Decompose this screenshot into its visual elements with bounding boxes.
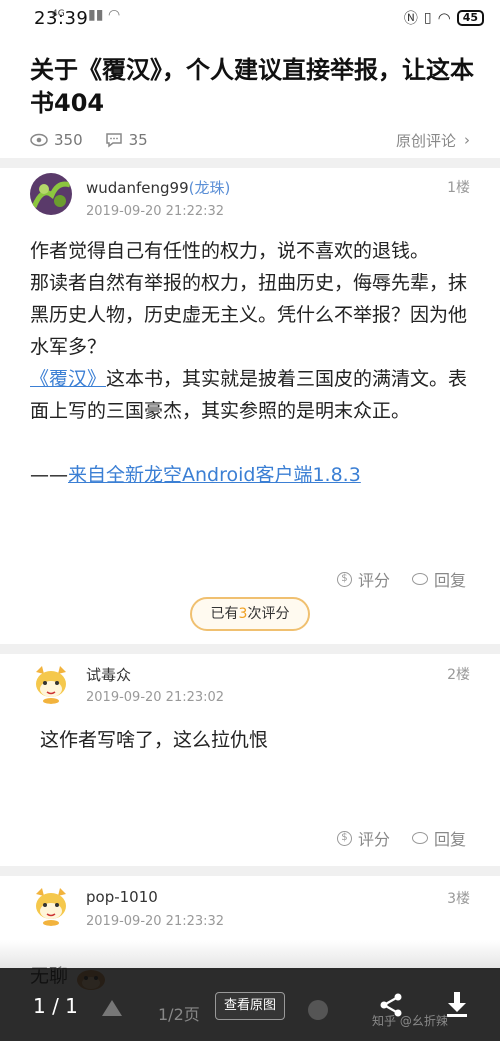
post-actions: $ 评分 回复: [336, 567, 466, 591]
circle-icon[interactable]: [308, 1000, 328, 1020]
eye-icon: [30, 133, 48, 147]
avatar[interactable]: [30, 173, 72, 215]
floor-number: 3楼: [447, 891, 470, 907]
username[interactable]: wudanfeng99(龙珠): [86, 177, 230, 198]
reply-label: 回复: [433, 571, 466, 590]
username[interactable]: 试毒众: [86, 664, 131, 685]
body-paragraph: 作者觉得自己有任性的权力，说不喜欢的退钱。: [30, 240, 430, 262]
comments-count: 35: [105, 131, 148, 149]
comments-value: 35: [128, 131, 148, 149]
username-text: wudanfeng99: [86, 179, 189, 197]
post-time: 2019-09-20 21:22:32: [86, 204, 225, 219]
views-value: 350: [54, 131, 83, 149]
dragon-avatar-image: [30, 884, 72, 926]
signature: ——来自全新龙空Android客户端1.8.3: [30, 459, 480, 491]
book-link[interactable]: 《覆汉》: [30, 368, 106, 390]
signal-bars-icon: ▮▮: [88, 7, 104, 23]
floor-number: 2楼: [447, 667, 470, 683]
battery-icon: 45: [456, 10, 484, 26]
floor-number: 1楼: [447, 180, 470, 196]
floor-2: 试毒众 2019-09-20 21:23:02 2楼 这作者写啥了，这么拉仇恨 …: [0, 654, 500, 864]
body-paragraph: 《覆汉》这本书，其实就是披着三国皮的满清文。表面上写的三国豪杰，其实参照的是明末…: [30, 363, 480, 427]
watermark: 知乎 @幺折辣: [372, 1014, 448, 1028]
rate-label: 评分: [357, 571, 390, 590]
post-body: 作者觉得自己有任性的权力，说不喜欢的退钱。 那读者自然有举报的权力，扭曲历史，侮…: [30, 235, 480, 491]
coin-icon: $: [336, 830, 352, 846]
reply-icon: [411, 573, 428, 585]
rate-label: 评分: [357, 830, 390, 849]
reply-button[interactable]: 回复: [411, 826, 466, 850]
original-comment-link[interactable]: 原创评论 ›: [396, 130, 470, 151]
section-divider: [0, 158, 500, 168]
body-paragraph: 那读者自然有举报的权力，扭曲历史，侮辱先辈，抹黑历史人物，历史虚无主义。凭什么不…: [30, 272, 468, 358]
reply-button[interactable]: 回复: [411, 567, 466, 591]
post-time: 2019-09-20 21:23:02: [86, 690, 225, 705]
avatar[interactable]: [30, 884, 72, 926]
overlay-fade: [0, 940, 500, 970]
status-right-icons: Ⓝ ▯ ◠ 45: [404, 8, 484, 28]
post-meta-row: 350 35 原创评论 ›: [30, 128, 470, 152]
rating-prefix: 已有: [210, 606, 239, 622]
coin-icon: $: [336, 571, 352, 587]
page-count: 1/2页: [158, 1005, 200, 1024]
dragon-avatar-image: [30, 662, 72, 704]
section-divider: [0, 866, 500, 876]
avatar[interactable]: [30, 662, 72, 704]
original-comment-label: 原创评论: [395, 131, 456, 150]
rating-suffix: 次评分: [247, 606, 290, 622]
rate-button[interactable]: $ 评分: [336, 567, 390, 591]
post-body: 这作者写啥了，这么拉仇恨: [40, 729, 269, 751]
comment-icon: [105, 133, 122, 148]
client-link[interactable]: 来自全新龙空Android客户端1.8.3: [68, 464, 361, 486]
view-original-button[interactable]: 查看原图: [215, 992, 285, 1020]
username[interactable]: pop-1010: [86, 888, 158, 906]
triangle-up-icon[interactable]: [102, 1000, 122, 1016]
reply-label: 回复: [433, 830, 466, 849]
image-viewer-bar: 1 / 1 1/2页 查看原图 知乎 @幺折辣: [0, 968, 500, 1041]
reply-icon: [411, 832, 428, 844]
signature-prefix: ——: [30, 464, 68, 486]
post-actions: $ 评分 回复: [336, 826, 466, 850]
avatar-image: [30, 173, 72, 215]
status-bar: 23:39 4G ▮▮ ◠ Ⓝ ▯ ◠ 45: [0, 0, 500, 34]
views-count: 350: [30, 131, 83, 149]
wifi-icon: ◠: [437, 9, 451, 27]
wifi-left-icon: ◠: [108, 7, 121, 23]
rating-summary-pill[interactable]: 已有3次评分: [190, 597, 310, 631]
chevron-right-icon: ›: [464, 131, 470, 149]
post-time: 2019-09-20 21:23:32: [86, 914, 225, 929]
rate-button[interactable]: $ 评分: [336, 826, 390, 850]
signal-icon: 4G: [52, 9, 65, 19]
nfc-icon: Ⓝ: [403, 11, 418, 27]
user-tag: (龙珠): [188, 179, 231, 197]
vibrate-icon: ▯: [423, 10, 432, 26]
image-pager: 1 / 1: [33, 994, 78, 1018]
floor-1: wudanfeng99(龙珠) 2019-09-20 21:22:32 1楼 作…: [0, 168, 500, 638]
section-divider: [0, 644, 500, 654]
post-title: 关于《覆汉》，个人建议直接举报，让这本书404: [30, 56, 474, 117]
